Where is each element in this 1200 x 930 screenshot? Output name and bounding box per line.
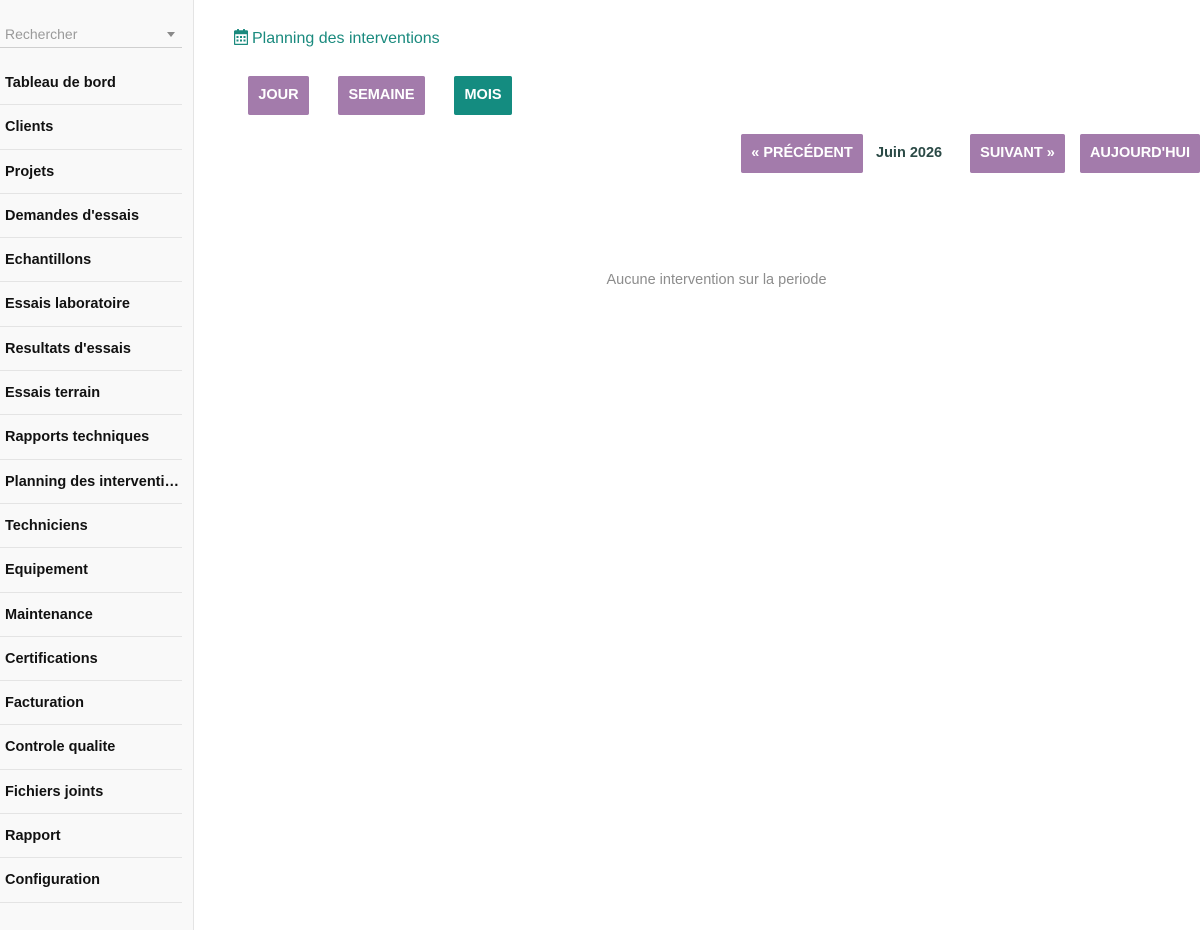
- sidebar-item-clients[interactable]: Clients: [0, 105, 182, 150]
- sidebar-nav: Tableau de bord Clients Projets Demandes…: [0, 61, 182, 903]
- sidebar-item-certifications[interactable]: Certifications: [0, 637, 182, 682]
- view-day-button[interactable]: JOUR: [248, 76, 309, 115]
- sidebar-item-rapports-techniques[interactable]: Rapports techniques: [0, 415, 182, 460]
- sidebar-item-essais-terrain[interactable]: Essais terrain: [0, 371, 182, 416]
- calendar-icon: [234, 29, 248, 45]
- sidebar-item-equipement[interactable]: Equipement: [0, 548, 182, 593]
- sidebar-item-controle-qualite[interactable]: Controle qualite: [0, 725, 182, 770]
- today-button[interactable]: AUJOURD'HUI: [1080, 134, 1200, 173]
- next-button[interactable]: SUIVANT »: [970, 134, 1065, 173]
- previous-button[interactable]: « PRÉCÉDENT: [741, 134, 863, 173]
- chevron-down-icon[interactable]: [167, 32, 175, 37]
- sidebar-item-echantillons[interactable]: Echantillons: [0, 238, 182, 283]
- empty-state-message: Aucune intervention sur la periode: [606, 272, 827, 288]
- app: Tableau de bord Clients Projets Demandes…: [0, 0, 1200, 930]
- sidebar-item-rapport[interactable]: Rapport: [0, 814, 182, 859]
- sidebar-item-demandes-essais[interactable]: Demandes d'essais: [0, 194, 182, 239]
- sidebar-item-resultats-essais[interactable]: Resultats d'essais: [0, 327, 182, 372]
- sidebar-item-facturation[interactable]: Facturation: [0, 681, 182, 726]
- page-title: Planning des interventions: [234, 29, 440, 49]
- sidebar: Tableau de bord Clients Projets Demandes…: [0, 0, 194, 930]
- page-title-text: Planning des interventions: [252, 30, 440, 47]
- sidebar-item-maintenance[interactable]: Maintenance: [0, 593, 182, 637]
- current-period: Juin 2026: [876, 145, 943, 161]
- view-month-button[interactable]: MOIS: [454, 76, 512, 115]
- sidebar-item-techniciens[interactable]: Techniciens: [0, 504, 182, 549]
- view-week-button[interactable]: SEMAINE: [338, 76, 425, 115]
- main-content: Planning des interventions JOUR SEMAINE …: [195, 0, 1200, 930]
- sidebar-item-projets[interactable]: Projets: [0, 150, 182, 194]
- sidebar-item-essais-laboratoire[interactable]: Essais laboratoire: [0, 282, 182, 327]
- search-select[interactable]: [0, 20, 182, 48]
- search-input[interactable]: [0, 20, 165, 47]
- sidebar-item-fichiers-joints[interactable]: Fichiers joints: [0, 770, 182, 815]
- sidebar-item-configuration[interactable]: Configuration: [0, 858, 182, 903]
- sidebar-item-tableau-de-bord[interactable]: Tableau de bord: [0, 61, 182, 106]
- sidebar-item-planning-interventions[interactable]: Planning des interventions: [0, 460, 182, 504]
